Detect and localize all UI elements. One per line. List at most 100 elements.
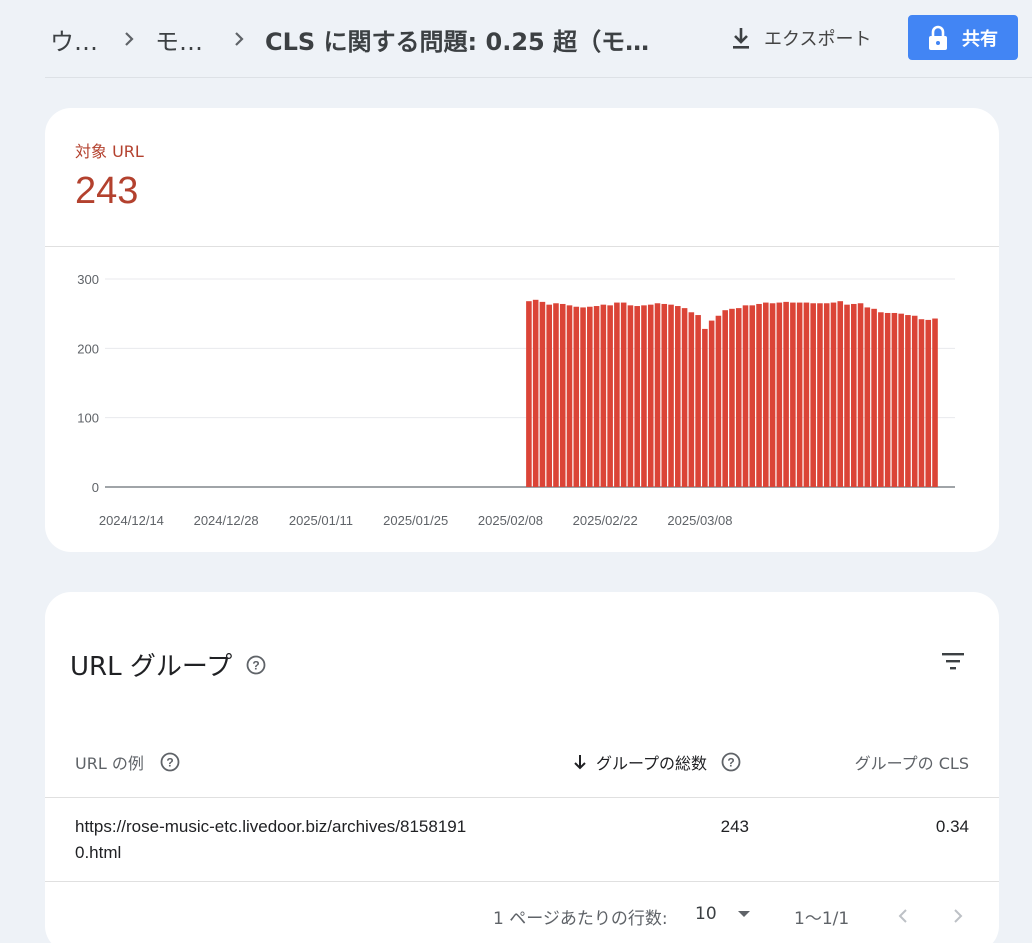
row-divider xyxy=(45,881,999,882)
chart-bar[interactable] xyxy=(844,304,850,487)
export-button[interactable]: エクスポート xyxy=(730,20,871,56)
header-bar: ウ… モ… CLS に関する問題: 0.25 超（モ… エクスポート 共有 xyxy=(0,0,1032,78)
chart-bar[interactable] xyxy=(837,301,844,487)
bar-chart: 0 100 200 300 2024/12/14 2024/12/28 2025/01/11… xyxy=(77,272,955,528)
chart-bar[interactable] xyxy=(559,303,566,487)
chart-bar[interactable] xyxy=(796,302,803,487)
help-icon[interactable]: ? xyxy=(246,655,266,675)
chart-bar[interactable] xyxy=(769,303,776,487)
chart-bar[interactable] xyxy=(783,301,789,487)
chart-bar[interactable] xyxy=(898,313,904,487)
chart-bar[interactable] xyxy=(749,305,756,487)
chart-bar[interactable] xyxy=(715,315,722,487)
chevron-left-icon[interactable] xyxy=(895,907,911,925)
y-tick-label: 100 xyxy=(77,411,99,426)
chart-bar[interactable] xyxy=(742,305,749,487)
x-tick-label: 2025/01/25 xyxy=(383,513,448,528)
chart-bar[interactable] xyxy=(647,304,654,487)
chart-bar[interactable] xyxy=(580,307,586,487)
chart-bar[interactable] xyxy=(756,303,762,487)
export-label: エクスポート xyxy=(764,29,872,50)
chevron-right-icon xyxy=(125,32,134,46)
chart-bar[interactable] xyxy=(607,305,613,487)
url-cell-line1[interactable]: https://rose-music-etc.livedoor.biz/arch… xyxy=(75,817,466,837)
chart-bar[interactable] xyxy=(932,318,938,487)
chart-bar[interactable] xyxy=(573,306,580,487)
chart-bar[interactable] xyxy=(830,302,837,487)
chart-bar[interactable] xyxy=(823,303,830,487)
chart-bar[interactable] xyxy=(735,308,742,487)
chart-bar[interactable] xyxy=(675,306,681,487)
share-button[interactable]: 共有 xyxy=(908,15,1018,60)
chart-bar[interactable] xyxy=(620,302,627,487)
share-label: 共有 xyxy=(962,28,998,50)
rows-per-page-value: 10 xyxy=(695,904,717,924)
chart-bar[interactable] xyxy=(526,301,532,487)
breadcrumb-item-1[interactable]: ウ… xyxy=(50,22,98,57)
help-icon[interactable]: ? xyxy=(160,752,180,772)
chart-bar[interactable] xyxy=(891,312,898,487)
url-cell-line2[interactable]: 0.html xyxy=(75,843,121,863)
svg-text:?: ? xyxy=(727,756,734,770)
chevron-right-icon[interactable] xyxy=(950,907,966,925)
filter-icon[interactable] xyxy=(940,650,966,672)
chart-bar[interactable] xyxy=(681,308,688,487)
breadcrumb-item-2[interactable]: モ… xyxy=(155,22,203,57)
chart-bar[interactable] xyxy=(702,328,708,487)
table-title: URL グループ xyxy=(70,652,233,682)
chart-bar[interactable] xyxy=(878,312,884,487)
chart-bar[interactable] xyxy=(614,302,620,487)
chart-bar[interactable] xyxy=(776,302,783,487)
col-header-group-cls[interactable]: グループの CLS xyxy=(855,750,969,774)
chart-bar[interactable] xyxy=(708,320,715,487)
chart-bar[interactable] xyxy=(688,312,695,487)
chart-bar[interactable] xyxy=(553,303,559,487)
chart-bar[interactable] xyxy=(729,308,735,487)
chart-bar[interactable] xyxy=(546,304,552,487)
x-tick-label: 2024/12/14 xyxy=(99,513,164,528)
chart-bar[interactable] xyxy=(763,302,769,487)
chart-bar[interactable] xyxy=(884,312,891,487)
chart-bar[interactable] xyxy=(634,306,640,487)
chart-bar[interactable] xyxy=(654,303,661,487)
chart-bar[interactable] xyxy=(539,301,546,487)
y-tick-label: 300 xyxy=(77,272,99,287)
col-header-url-example-label: URL の例 xyxy=(75,754,144,773)
chart-bar[interactable] xyxy=(857,303,864,487)
x-tick-label: 2025/03/08 xyxy=(667,513,732,528)
svg-text:?: ? xyxy=(253,658,260,672)
chart-bar[interactable] xyxy=(566,305,573,487)
chart-bar[interactable] xyxy=(864,307,871,487)
chart-bar[interactable] xyxy=(722,310,728,487)
chart-bar[interactable] xyxy=(911,315,918,487)
chart-bar[interactable] xyxy=(532,299,539,487)
chart-bar[interactable] xyxy=(627,305,634,487)
chart-bar[interactable] xyxy=(661,303,668,487)
chart-bar[interactable] xyxy=(593,306,600,487)
chart-bar[interactable] xyxy=(668,304,674,487)
chart-bar[interactable] xyxy=(600,304,607,487)
chart-bar[interactable] xyxy=(810,303,816,487)
chart-bar[interactable] xyxy=(817,303,823,487)
group-total-cell: 243 xyxy=(720,817,749,836)
url-group-card: URL グループ ? URL の例 ? グループの総数 ? グループの CLS … xyxy=(45,592,999,943)
chart-bar[interactable] xyxy=(587,306,593,487)
chart-bar[interactable] xyxy=(918,319,925,487)
chart-bar[interactable] xyxy=(905,315,911,487)
x-tick-label: 2025/02/08 xyxy=(478,513,543,528)
chart-bar[interactable] xyxy=(695,315,701,487)
chart-bar[interactable] xyxy=(851,303,857,487)
chart-bar[interactable] xyxy=(925,319,932,487)
y-tick-label: 0 xyxy=(92,480,99,495)
chart-bar[interactable] xyxy=(641,305,647,487)
metric-value: 243 xyxy=(75,170,139,212)
chart-bar[interactable] xyxy=(803,302,810,487)
chart-bar[interactable] xyxy=(871,308,877,487)
col-header-group-total[interactable]: グループの総数 ? xyxy=(572,750,741,774)
header-divider xyxy=(45,77,1032,78)
metric-label: 対象 URL xyxy=(75,142,144,161)
help-icon[interactable]: ? xyxy=(721,752,741,772)
rows-per-page-select[interactable]: 10 xyxy=(695,904,751,924)
table-title-wrap: URL グループ ? xyxy=(70,646,266,683)
chart-bar[interactable] xyxy=(790,302,796,487)
